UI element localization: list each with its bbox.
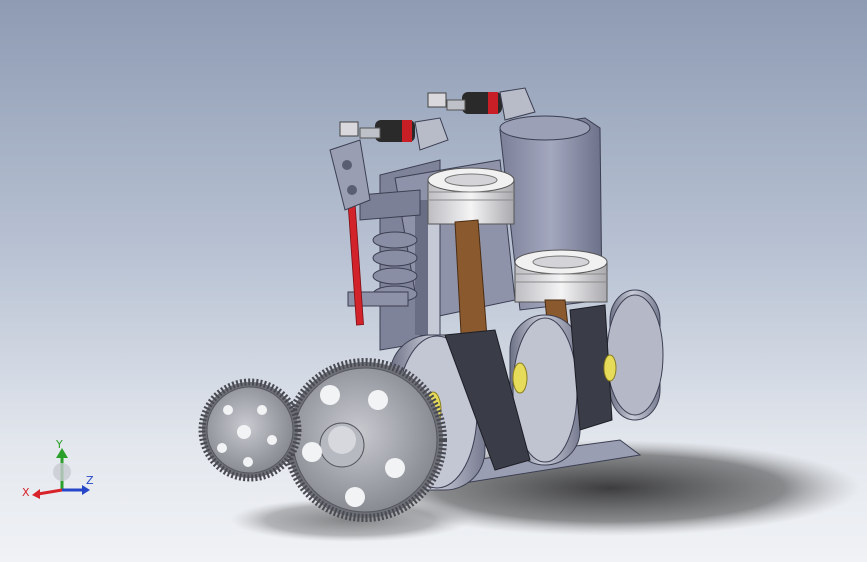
rocker-arm-rear[interactable] (427, 87, 536, 121)
orientation-triad[interactable]: Y X Z (22, 440, 102, 502)
piston-rear[interactable] (514, 249, 608, 303)
x-arrow-icon (32, 489, 40, 499)
piston-front[interactable] (427, 167, 515, 225)
3d-viewport[interactable] (0, 0, 867, 562)
y-axis-label: Y (55, 440, 63, 451)
main-bearing-rear (603, 354, 617, 382)
crank-gear[interactable] (283, 358, 447, 522)
main-bearing-mid (512, 362, 528, 394)
rocker-bracket[interactable] (329, 139, 371, 211)
cam-gear[interactable] (198, 378, 302, 482)
x-axis-label: X (22, 486, 30, 499)
x-axis (37, 488, 63, 496)
z-axis-label: Z (86, 474, 94, 487)
triad-origin-icon (53, 463, 71, 481)
